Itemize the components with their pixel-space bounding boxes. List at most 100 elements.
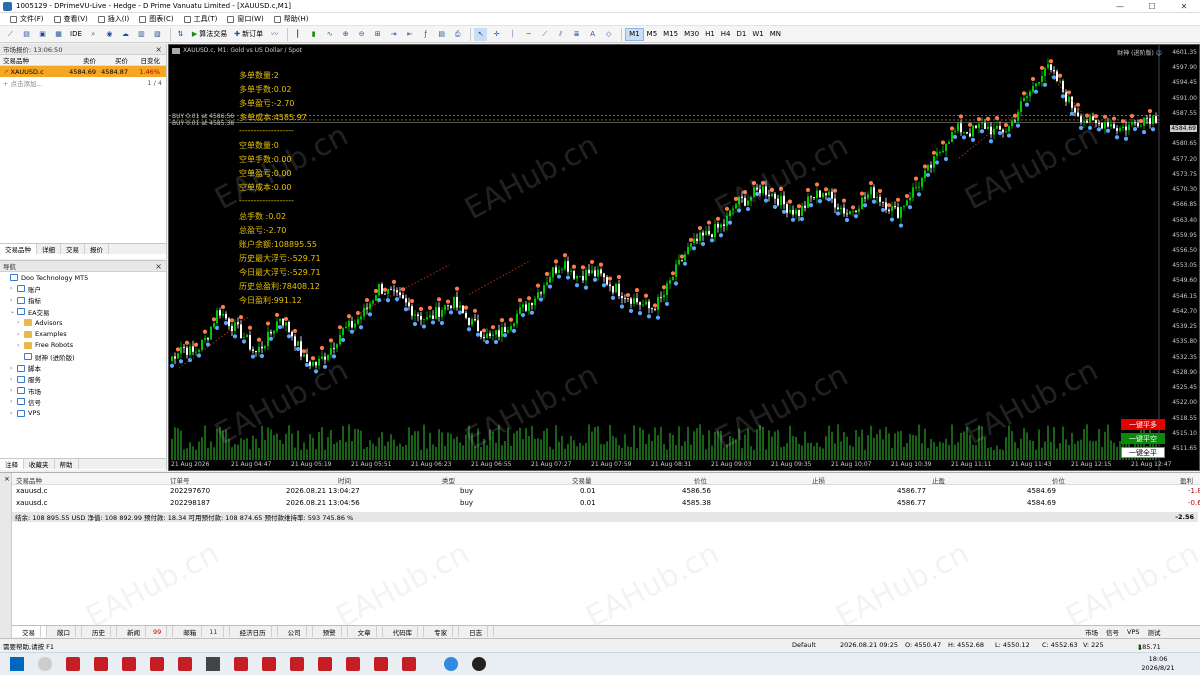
price-chart[interactable]: XAUUSD.c, M1: Gold vs US Dollar / Spot 财… (168, 44, 1200, 471)
symbol-row[interactable]: ↗ XAUUSD.c 4584.69 4584.87 1.46% (0, 66, 166, 77)
tab-symbols[interactable]: 交易品种 (0, 244, 37, 254)
one-click-icon[interactable]: ⇅ (174, 28, 187, 41)
menu-file[interactable]: 文件(F) (10, 14, 44, 24)
tester-link[interactable]: 测试 (1148, 627, 1161, 637)
depth-icon[interactable]: ▧ (151, 28, 164, 41)
trend-icon[interactable]: 〰 (268, 28, 281, 41)
new-order-button[interactable]: ✚ 新订单 (232, 28, 265, 41)
zoom-in-icon[interactable]: ⊕ (339, 28, 352, 41)
navigator-item[interactable]: › Advisors (0, 317, 166, 328)
column-header[interactable]: 卖价 (66, 55, 98, 65)
expand-arrow-icon[interactable]: › (10, 387, 17, 394)
close-all-sell-button[interactable]: 一键平空 (1121, 433, 1165, 444)
menu-charts[interactable]: 图表(C) (139, 14, 174, 24)
timeframe-m5[interactable]: M5 (644, 28, 661, 41)
tab-favorites[interactable]: 收藏夹 (24, 459, 55, 469)
terminal-tab[interactable]: 历史 (82, 626, 117, 637)
text-icon[interactable]: A (586, 28, 599, 41)
column-header[interactable]: 买价 (98, 55, 130, 65)
navigator-item[interactable]: › VPS (0, 408, 166, 419)
navigator-item[interactable]: › 脚本 (0, 362, 166, 373)
chart-canvas[interactable] (169, 45, 1200, 471)
mt5-taskbar-icon[interactable] (402, 657, 416, 671)
vps-link[interactable]: VPS (1127, 628, 1140, 636)
expand-arrow-icon[interactable]: › (17, 331, 24, 338)
expand-arrow-icon[interactable]: › (10, 285, 17, 292)
tile-icon[interactable]: ⊞ (371, 28, 384, 41)
autoscroll-icon[interactable]: ⇥ (387, 28, 400, 41)
expand-arrow-icon[interactable]: › (17, 342, 24, 349)
navigator-item[interactable]: › 信号 (0, 396, 166, 407)
minimize-button[interactable]: — (1104, 2, 1136, 11)
search-icon[interactable]: ⌕ (87, 28, 100, 41)
menu-insert[interactable]: 插入(I) (97, 14, 129, 24)
qq-icon[interactable] (472, 657, 486, 671)
mt5-taskbar-icon[interactable] (94, 657, 108, 671)
cloud-icon[interactable]: ☁ (119, 28, 132, 41)
column-header[interactable]: 时间 (338, 475, 351, 485)
expand-arrow-icon[interactable]: › (10, 398, 17, 405)
line-chart-icon[interactable]: ⟋ (4, 28, 17, 41)
column-header[interactable]: 价位 (1052, 475, 1065, 485)
column-header[interactable]: 交易品种 (16, 475, 42, 485)
crosshair-icon[interactable]: ✛ (490, 28, 503, 41)
mt5-taskbar-icon[interactable] (318, 657, 332, 671)
add-symbol-row[interactable]: + 点击添加... 1 / 4 (0, 77, 166, 88)
terminal-tab[interactable]: 专家 (424, 626, 460, 637)
close-icon[interactable]: × (155, 262, 162, 271)
market-link[interactable]: 市场 (1085, 627, 1098, 637)
navigator-item[interactable]: 财神 (进阶版) (0, 351, 166, 362)
trendline-icon[interactable]: ⟋ (538, 28, 551, 41)
ide-button[interactable]: IDE (68, 28, 84, 41)
terminal-tab[interactable]: 公司 (278, 626, 313, 637)
mt5-taskbar-icon[interactable] (234, 657, 248, 671)
screenshot-icon[interactable]: ⎙ (451, 28, 464, 41)
close-icon[interactable]: × (155, 45, 162, 54)
mt5-taskbar-icon[interactable] (262, 657, 276, 671)
menu-view[interactable]: 查看(V) (53, 14, 88, 24)
timeframe-m15[interactable]: M15 (660, 28, 681, 41)
edge-icon[interactable] (444, 657, 458, 671)
algo-trading-button[interactable]: ▶ 算法交易 (190, 28, 229, 41)
strategy-icon[interactable]: ▥ (135, 28, 148, 41)
timeframe-h1[interactable]: H1 (702, 28, 718, 41)
terminal-tab[interactable]: 经济日历 (230, 626, 278, 637)
navigator-item[interactable]: › 服务 (0, 374, 166, 385)
terminal-sidebar[interactable]: × (0, 473, 12, 638)
terminal-tab[interactable]: 代码库 (383, 626, 425, 637)
navigator-item[interactable]: ⌄ EA交易 (0, 306, 166, 317)
horizontal-line-icon[interactable]: ─ (522, 28, 535, 41)
terminal-taskbar-icon[interactable] (206, 657, 220, 671)
tab-help[interactable]: 帮助 (55, 459, 79, 469)
indicators-icon[interactable]: ƒ (419, 28, 432, 41)
candlestick-icon[interactable]: ▮ (307, 28, 320, 41)
vertical-line-icon[interactable]: ⏐ (506, 28, 519, 41)
tab-common[interactable]: 注释 (0, 459, 24, 469)
objects-icon[interactable]: ▤ (435, 28, 448, 41)
bar-chart-icon[interactable]: ┃ (291, 28, 304, 41)
column-header[interactable]: 交易品种 (0, 55, 66, 65)
zoom-out-icon[interactable]: ⊖ (355, 28, 368, 41)
menu-tools[interactable]: 工具(T) (183, 14, 217, 24)
mt5-taskbar-icon[interactable] (178, 657, 192, 671)
menu-window[interactable]: 窗口(W) (227, 14, 264, 24)
position-row[interactable]: xauusd.c 202298187 2026.08.21 13:04:56 buy 0… (12, 498, 1200, 509)
menu-help[interactable]: 帮助(H) (273, 14, 309, 24)
channel-icon[interactable]: ⫽ (554, 28, 567, 41)
mt5-taskbar-icon[interactable] (66, 657, 80, 671)
tab-trading[interactable]: 交易 (61, 244, 85, 254)
position-row[interactable]: xauusd.c 202297670 2026.08.21 13:04:27 buy 0… (12, 486, 1200, 497)
chart-shift-icon[interactable]: ⇤ (403, 28, 416, 41)
timeframe-w1[interactable]: W1 (749, 28, 766, 41)
column-header[interactable]: 盈利 (1180, 475, 1193, 485)
column-header[interactable]: 交易量 (572, 475, 592, 485)
terminal-tab[interactable]: 交易 (12, 626, 47, 637)
mt5-taskbar-icon[interactable] (150, 657, 164, 671)
timeframe-m30[interactable]: M30 (681, 28, 702, 41)
start-icon[interactable] (10, 657, 24, 671)
column-header[interactable]: 订单号 (170, 475, 190, 485)
terminal-tab[interactable]: 日志 (459, 626, 495, 637)
timeframe-d1[interactable]: D1 (734, 28, 750, 41)
close-all-buy-button[interactable]: 一键平多 (1121, 419, 1165, 430)
navigator-item[interactable]: › 指标 (0, 295, 166, 306)
